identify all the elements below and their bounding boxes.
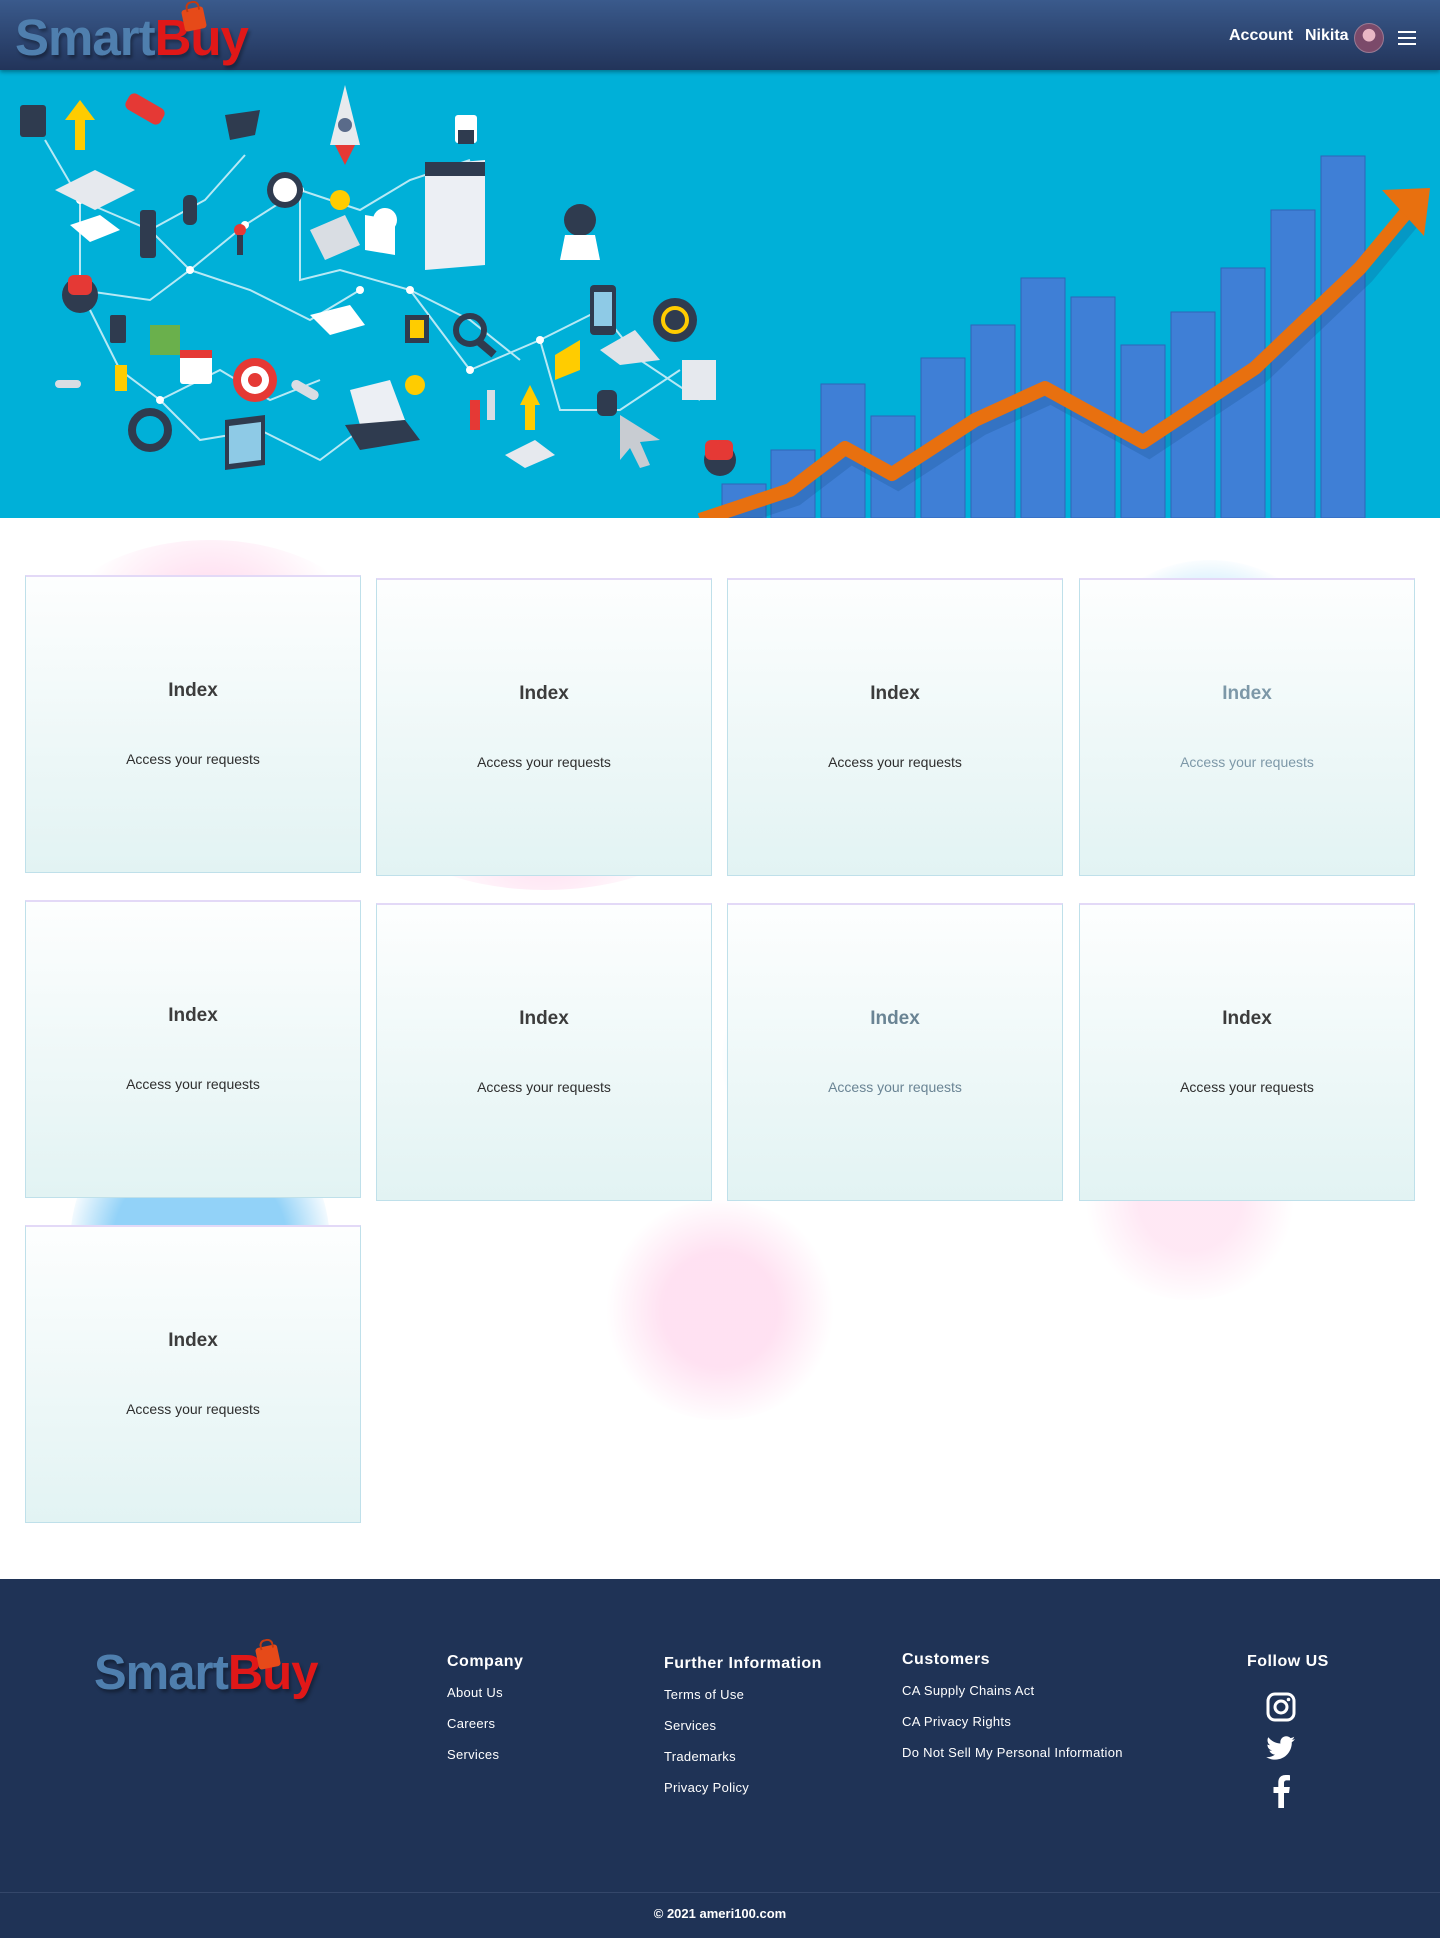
footer-customers-column: Customers CA Supply Chains Act CA Privac… <box>902 1651 1123 1773</box>
user-name-link[interactable]: Nikita <box>1305 27 1349 45</box>
avatar[interactable] <box>1354 23 1384 53</box>
index-card[interactable]: Index Access your requests <box>376 903 712 1201</box>
card-description: Access your requests <box>828 754 962 770</box>
account-link[interactable]: Account <box>1229 27 1293 45</box>
smartbuy-logo[interactable]: SmartBuy <box>15 5 249 66</box>
footer-smartbuy-logo[interactable]: SmartBuy <box>94 1643 318 1700</box>
facebook-icon[interactable] <box>1266 1774 1296 1808</box>
index-card[interactable]: Index Access your requests <box>727 903 1063 1201</box>
shopping-bag-icon <box>254 1643 282 1671</box>
card-title: Index <box>168 680 218 701</box>
footer-column-heading: Customers <box>902 1651 991 1668</box>
shopping-bag-icon <box>180 5 208 33</box>
index-card[interactable]: Index Access your requests <box>1079 578 1415 876</box>
footer-link-services[interactable]: Services <box>447 1747 523 1762</box>
card-description: Access your requests <box>477 1079 611 1095</box>
site-footer: SmartBuy Company About Us Careers Servic… <box>0 1579 1440 1937</box>
footer-column-heading: Further Information <box>664 1655 822 1672</box>
card-description: Access your requests <box>126 1401 260 1417</box>
index-card[interactable]: Index Access your requests <box>1079 903 1415 1201</box>
footer-link-about-us[interactable]: About Us <box>447 1685 523 1700</box>
card-description: Access your requests <box>477 754 611 770</box>
index-card[interactable]: Index Access your requests <box>727 578 1063 876</box>
instagram-icon[interactable] <box>1266 1692 1296 1722</box>
footer-company-column: Company About Us Careers Services <box>447 1653 523 1775</box>
footer-link-supply-chains[interactable]: CA Supply Chains Act <box>902 1683 1123 1698</box>
index-card[interactable]: Index Access your requests <box>25 1225 361 1523</box>
footer-link-do-not-sell[interactable]: Do Not Sell My Personal Information <box>902 1745 1123 1760</box>
footer-link-trademarks[interactable]: Trademarks <box>664 1749 822 1764</box>
twitter-icon[interactable] <box>1266 1736 1296 1762</box>
footer-link-terms[interactable]: Terms of Use <box>664 1687 822 1702</box>
index-card[interactable]: Index Access your requests <box>376 578 712 876</box>
index-card[interactable]: Index Access your requests <box>25 900 361 1198</box>
card-description: Access your requests <box>1180 1079 1314 1095</box>
hero-illustration <box>20 85 1430 518</box>
card-description: Access your requests <box>828 1079 962 1095</box>
card-description: Access your requests <box>126 751 260 767</box>
top-navbar: SmartBuy Account Nikita <box>0 0 1440 70</box>
card-title: Index <box>1222 683 1272 704</box>
card-title: Index <box>519 683 569 704</box>
card-title: Index <box>1222 1008 1272 1029</box>
index-card[interactable]: Index Access your requests <box>25 575 361 873</box>
logo-text-main: Smart <box>94 1646 229 1700</box>
footer-link-careers[interactable]: Careers <box>447 1716 523 1731</box>
hero-banner <box>0 70 1440 518</box>
splatter-pink <box>600 1200 840 1420</box>
card-title: Index <box>519 1008 569 1029</box>
footer-further-column: Further Information Terms of Use Service… <box>664 1655 822 1808</box>
footer-link-privacy-policy[interactable]: Privacy Policy <box>664 1780 822 1795</box>
footer-link-services[interactable]: Services <box>664 1718 822 1733</box>
footer-column-heading: Company <box>447 1653 524 1670</box>
card-description: Access your requests <box>1180 754 1314 770</box>
copyright-text: © 2021 ameri100.com <box>653 1906 787 1921</box>
footer-column-heading: Follow US <box>1247 1653 1329 1670</box>
footer-follow-column: Follow US <box>1247 1653 1329 1685</box>
card-title: Index <box>870 683 920 704</box>
card-title: Index <box>168 1330 218 1351</box>
card-title: Index <box>168 1005 218 1026</box>
hamburger-menu-icon[interactable] <box>1398 31 1416 45</box>
card-title: Index <box>870 1008 920 1029</box>
logo-text-main: Smart <box>15 9 156 66</box>
card-description: Access your requests <box>126 1076 260 1092</box>
footer-link-privacy-rights[interactable]: CA Privacy Rights <box>902 1714 1123 1729</box>
